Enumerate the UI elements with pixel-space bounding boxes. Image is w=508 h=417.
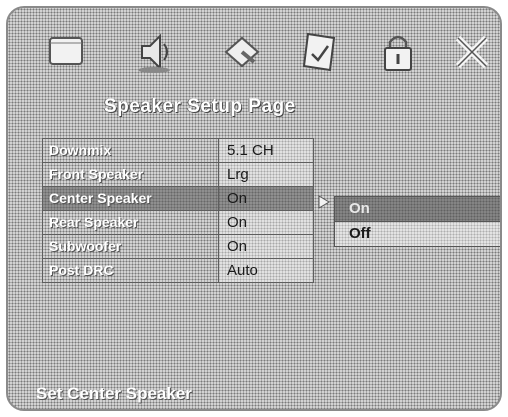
menu-row-value: On: [219, 235, 313, 258]
menu-row-value: Auto: [219, 259, 313, 282]
osd-screen: Speaker Setup Page Downmix 5.1 CH Front …: [6, 6, 502, 411]
option-submenu: On Off: [334, 196, 500, 247]
video-icon[interactable]: [216, 26, 268, 78]
menu-row-label: Rear Speaker: [43, 211, 219, 234]
menu-row-value: On: [219, 211, 313, 234]
submenu-arrow-icon: [316, 194, 332, 210]
menu-row-label: Downmix: [43, 139, 219, 162]
menu-row-rear-speaker[interactable]: Rear Speaker On: [43, 211, 313, 235]
audio-icon[interactable]: [128, 26, 180, 78]
menu-row-subwoofer[interactable]: Subwoofer On: [43, 235, 313, 259]
menu-row-front-speaker[interactable]: Front Speaker Lrg: [43, 163, 313, 187]
menu-row-label: Center Speaker: [43, 187, 219, 210]
menu-row-post-drc[interactable]: Post DRC Auto: [43, 259, 313, 282]
status-footer: Set Center Speaker: [36, 384, 192, 403]
menu-row-center-speaker[interactable]: Center Speaker On: [43, 187, 313, 211]
submenu-option-off[interactable]: Off: [335, 222, 500, 246]
password-icon[interactable]: [372, 26, 424, 78]
settings-menu: Downmix 5.1 CH Front Speaker Lrg Center …: [42, 138, 314, 283]
submenu-option-on[interactable]: On: [335, 197, 500, 222]
page-title: Speaker Setup Page: [104, 96, 296, 117]
menu-row-value: 5.1 CH: [219, 139, 313, 162]
exit-icon[interactable]: [446, 26, 498, 78]
menu-row-label: Subwoofer: [43, 235, 219, 258]
menu-row-downmix[interactable]: Downmix 5.1 CH: [43, 139, 313, 163]
speaker-setup-icon[interactable]: [294, 26, 346, 78]
menu-row-label: Post DRC: [43, 259, 219, 282]
language-icon[interactable]: [40, 26, 92, 78]
menu-row-label: Front Speaker: [43, 163, 219, 186]
menu-row-value: Lrg: [219, 163, 313, 186]
menu-row-value: On: [227, 190, 248, 207]
icon-toolbar: [28, 26, 489, 86]
